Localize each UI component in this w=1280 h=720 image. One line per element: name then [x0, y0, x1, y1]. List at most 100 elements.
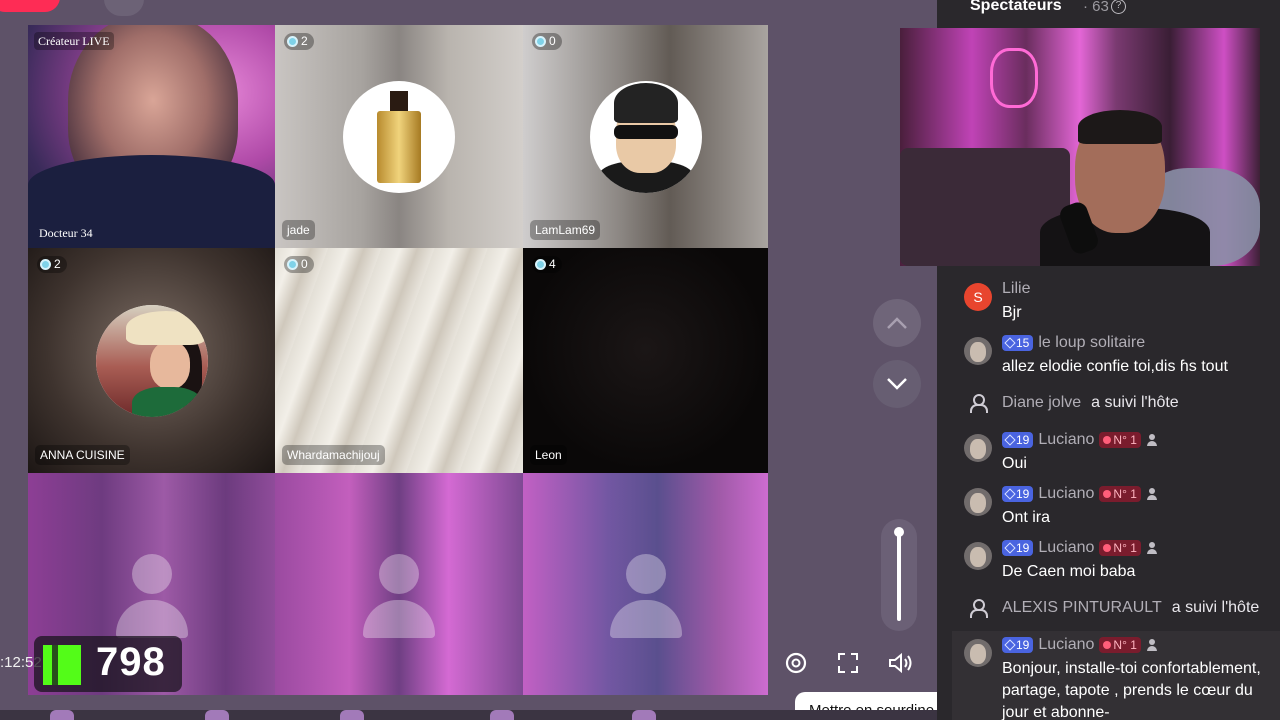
gift-icon[interactable]	[490, 710, 514, 720]
chat-username[interactable]: 19 Luciano N° 1	[1002, 485, 1160, 503]
rank-icon	[1103, 436, 1112, 444]
chat-text: Oui	[1002, 455, 1027, 472]
creator-live-badge: Créateur LIVE	[34, 32, 114, 50]
fullscreen-icon	[838, 653, 858, 673]
host-tile[interactable]: Créateur LIVE Docteur 34	[28, 25, 275, 248]
gift-count-badge: 2	[37, 256, 67, 273]
volume-knob[interactable]	[894, 527, 904, 537]
level-badge: 19	[1002, 486, 1034, 502]
chat-text: De Caen moi baba	[1002, 563, 1136, 580]
rank-icon	[1103, 641, 1112, 649]
speaker-icon	[889, 652, 912, 674]
gem-icon	[1004, 542, 1016, 554]
follower-name[interactable]: ALEXIS PINTURAULT	[1002, 599, 1162, 617]
chat-username[interactable]: 19 Luciano N° 1	[1002, 539, 1160, 557]
rank-badge: N° 1	[1099, 486, 1141, 502]
follow-event: Diane jolve a suivi l'hôte	[964, 390, 1280, 416]
diamond-icon	[287, 259, 298, 270]
user-placeholder-icon	[609, 554, 682, 644]
volume-level	[897, 531, 901, 621]
chat-username[interactable]: 15 le loup solitaire	[1002, 334, 1145, 352]
rank-badge: N° 1	[1099, 432, 1141, 448]
friend-icon	[1146, 541, 1160, 555]
user-placeholder-icon	[363, 554, 435, 644]
guest-name: ANNA CUISINE	[35, 445, 130, 465]
gift-icon[interactable]	[340, 710, 364, 720]
rank-icon	[1103, 544, 1112, 552]
streamer-camera	[900, 28, 1260, 266]
diamond-icon	[40, 259, 51, 270]
rank-badge: N° 1	[1099, 540, 1141, 556]
mute-button[interactable]	[886, 649, 914, 677]
gem-icon	[1004, 337, 1016, 349]
guest-tile-whardamachijouj[interactable]: 0 Whardamachijouj	[275, 248, 523, 473]
friend-icon	[1146, 433, 1160, 447]
empty-seat[interactable]	[275, 473, 523, 695]
chevron-down-icon	[887, 378, 907, 390]
level-badge: 19	[1002, 540, 1034, 556]
gift-count-badge: 0	[532, 33, 562, 50]
gift-count-badge: 4	[532, 256, 562, 273]
host-name: Docteur 34	[39, 226, 93, 240]
kick-viewer-count: 798	[96, 640, 166, 684]
chat-username[interactable]: 19 Luciano N° 1	[1002, 431, 1160, 449]
avatar[interactable]	[964, 488, 992, 516]
viewers-title: Spectateurs	[970, 0, 1062, 14]
top-pill-button[interactable]	[0, 0, 60, 12]
settings-button[interactable]	[782, 649, 810, 677]
guest-name: Leon	[530, 445, 567, 465]
avatar	[589, 80, 702, 193]
gear-icon	[785, 652, 807, 674]
avatar[interactable]	[964, 639, 992, 667]
chevron-up-icon	[887, 317, 907, 329]
guest-name: Whardamachijouj	[282, 445, 385, 465]
level-badge: 15	[1002, 335, 1034, 351]
guest-grid: Créateur LIVE Docteur 34 2 jade 0 LamLam…	[28, 25, 768, 695]
guest-tile-leon[interactable]: 4 Leon	[523, 248, 768, 473]
avatar[interactable]: S	[964, 283, 992, 311]
avatar	[95, 304, 208, 417]
gem-icon	[1004, 488, 1016, 500]
diamond-icon	[535, 36, 546, 47]
next-live-button[interactable]	[873, 360, 921, 408]
chat-text: Bonjour, installe-toi confortablement, p…	[1002, 660, 1261, 720]
top-share-button[interactable]	[104, 0, 144, 16]
gift-count-badge: 0	[284, 256, 314, 273]
level-badge: 19	[1002, 432, 1034, 448]
neon-sign	[990, 48, 1038, 108]
rank-badge: N° 1	[1099, 637, 1141, 653]
avatar	[343, 80, 455, 193]
follow-event: ALEXIS PINTURAULT a suivi l'hôte	[964, 595, 1280, 621]
fullscreen-button[interactable]	[834, 649, 862, 677]
chat-text: Ont ira	[1002, 509, 1051, 526]
kick-logo-icon	[43, 645, 81, 685]
bottom-gift-bar	[0, 710, 937, 720]
chat-username[interactable]: Lilie	[1002, 280, 1030, 298]
kick-viewer-counter: 798	[34, 636, 182, 692]
diamond-icon	[287, 36, 298, 47]
follow-icon	[964, 392, 992, 414]
chat-username[interactable]: 19 Luciano N° 1	[1002, 636, 1160, 654]
guest-tile-anna-cuisine[interactable]: 2 ANNA CUISINE	[28, 248, 275, 473]
volume-slider[interactable]	[881, 519, 917, 631]
chat-text: allez elodie confie toi,dis ɦs tout	[1002, 358, 1228, 375]
avatar[interactable]	[964, 434, 992, 462]
guest-name: LamLam69	[530, 220, 601, 240]
follow-icon	[964, 597, 992, 619]
user-placeholder-icon	[115, 554, 188, 644]
empty-seat[interactable]	[523, 473, 768, 695]
guest-name: jade	[282, 220, 315, 240]
avatar[interactable]	[964, 542, 992, 570]
gem-icon	[1004, 639, 1016, 651]
gift-icon[interactable]	[632, 710, 656, 720]
gift-icon[interactable]	[205, 710, 229, 720]
help-icon[interactable]: ?	[1111, 0, 1126, 14]
gift-icon[interactable]	[50, 710, 74, 720]
guest-tile-jade[interactable]: 2 jade	[275, 25, 523, 248]
avatar[interactable]	[964, 337, 992, 365]
guest-tile-lamlam69[interactable]: 0 LamLam69	[523, 25, 768, 248]
gem-icon	[1004, 434, 1016, 446]
follower-name[interactable]: Diane jolve	[1002, 394, 1081, 412]
friend-icon	[1146, 638, 1160, 652]
previous-live-button[interactable]	[873, 299, 921, 347]
